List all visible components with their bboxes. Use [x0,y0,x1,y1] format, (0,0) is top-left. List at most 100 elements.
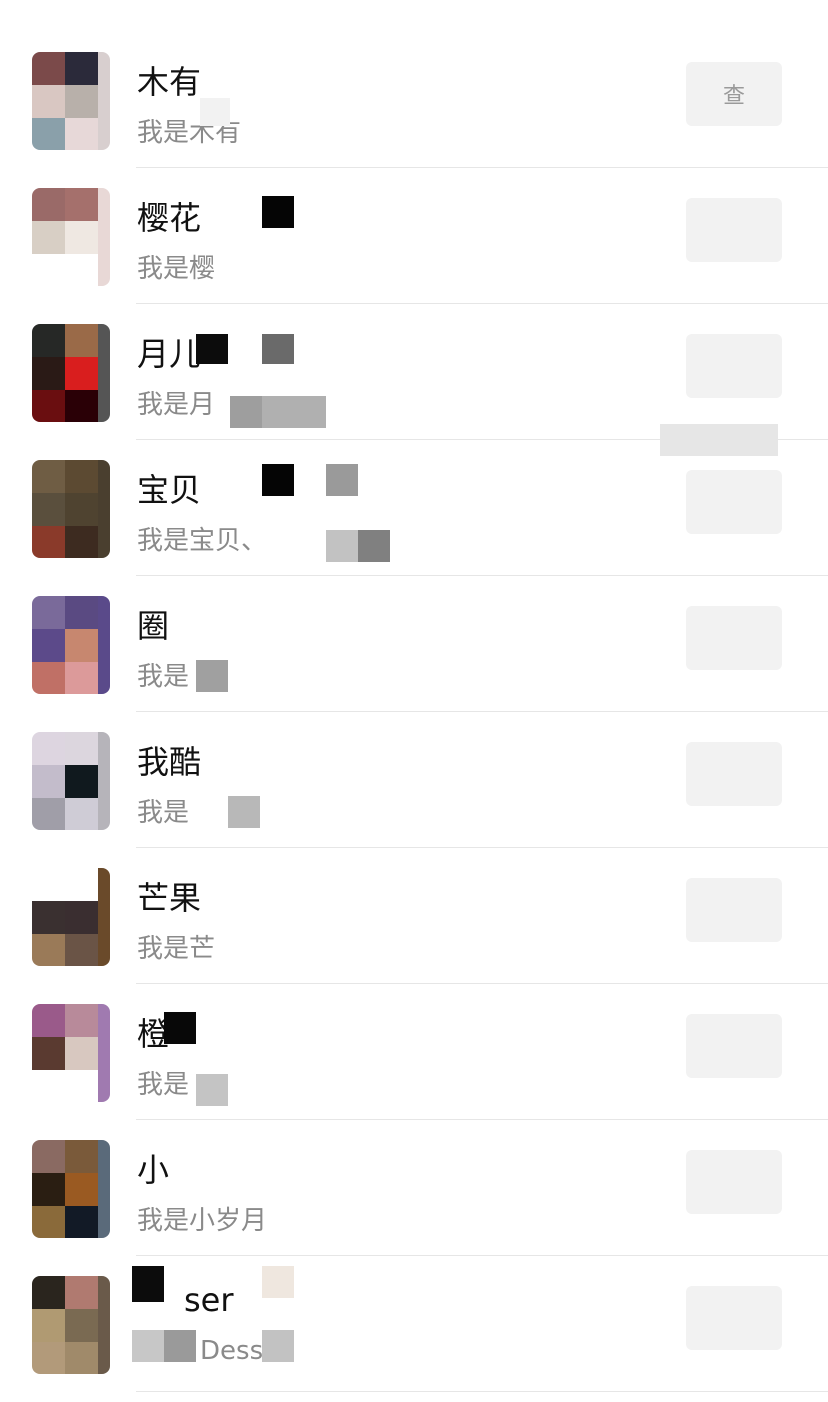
avatar-edge [98,1276,110,1374]
avatar-cell [65,1276,98,1309]
contact-row[interactable]: 圈 我是 [0,576,828,712]
contact-subtitle: 我是芒 [137,934,216,964]
avatar[interactable] [32,460,110,558]
contact-row[interactable]: 我酷 我是 [0,712,828,848]
pixelation-block [132,1266,164,1302]
avatar-cell [65,1206,98,1238]
avatar-edge [98,1004,110,1102]
avatar-cell [65,493,98,526]
action-button[interactable] [686,606,782,670]
action-button[interactable]: 查 [686,62,782,126]
avatar-cell [65,118,98,150]
avatar-cell [32,460,65,493]
avatar-cell [32,629,65,662]
pixelation-block [132,1330,164,1362]
contact-row[interactable]: 月儿 我是月 [0,304,828,440]
avatar-cell [65,460,98,493]
action-button[interactable] [686,470,782,534]
avatar-cell [32,85,65,118]
avatar-image [32,188,98,286]
avatar-cell [65,1140,98,1173]
contact-row[interactable]: 樱花 我是樱 [0,168,828,304]
pixelation-block [196,1074,228,1106]
avatar-cell [65,629,98,662]
avatar-edge [98,596,110,694]
action-button[interactable] [686,742,782,806]
contact-row[interactable]: ser Dess [0,1256,828,1392]
avatar-cell [65,662,98,694]
contact-subtitle: 我是宝贝、 [137,526,268,556]
avatar-cell [32,254,65,286]
avatar-edge [98,1140,110,1238]
avatar-cell [32,1037,65,1070]
action-button[interactable] [686,198,782,262]
avatar-cell [32,526,65,558]
avatar-cell [65,934,98,966]
avatar-cell [32,188,65,221]
avatar-image [32,324,98,422]
avatar-cell [65,390,98,422]
contact-row[interactable]: 宝贝 我是宝贝、 [0,440,828,576]
avatar-cell [32,493,65,526]
avatar[interactable] [32,1140,110,1238]
action-button[interactable] [686,1014,782,1078]
avatar[interactable] [32,1276,110,1374]
avatar[interactable] [32,52,110,150]
avatar-cell [65,52,98,85]
avatar-cell [65,765,98,798]
contact-subtitle: 我是月 [137,390,216,420]
contact-row[interactable]: 木有 我是木有 查 [0,32,828,168]
avatar-cell [32,1070,65,1102]
avatar-cell [65,221,98,254]
avatar-cell [32,596,65,629]
avatar[interactable] [32,1004,110,1102]
avatar-cell [65,1070,98,1102]
avatar-image [32,52,98,150]
avatar-cell [65,1037,98,1070]
avatar-cell [32,1140,65,1173]
avatar-cell [32,765,65,798]
avatar-cell [65,1309,98,1342]
avatar-cell [65,1342,98,1374]
row-divider [136,1391,828,1392]
avatar-cell [32,1206,65,1238]
avatar-cell [65,868,98,901]
contact-row[interactable]: 小 我是小岁月 [0,1120,828,1256]
avatar[interactable] [32,732,110,830]
contact-row[interactable]: 橙 我是 [0,984,828,1120]
action-button[interactable] [686,1150,782,1214]
avatar-cell [32,1004,65,1037]
avatar[interactable] [32,868,110,966]
pixelation-block [230,396,262,428]
avatar-image [32,460,98,558]
avatar-image [32,1140,98,1238]
avatar-cell [65,732,98,765]
contact-row[interactable]: 芒果 我是芒 [0,848,828,984]
pixelation-block [262,196,294,228]
avatar[interactable] [32,324,110,422]
action-button[interactable] [686,878,782,942]
avatar-image [32,1004,98,1102]
pixelation-block [200,98,230,126]
contact-name: 樱花 [137,199,202,237]
contact-subtitle: 我是樱 [137,254,216,284]
pixelation-block [326,530,358,562]
avatar-cell [32,901,65,934]
avatar-image [32,732,98,830]
contact-subtitle: 我是 [137,798,190,828]
avatar[interactable] [32,596,110,694]
pixelation-block [660,440,778,456]
contact-name: 芒果 [137,879,202,917]
action-button[interactable] [686,334,782,398]
avatar-cell [32,662,65,694]
avatar-cell [65,254,98,286]
avatar-cell [65,188,98,221]
avatar-edge [98,324,110,422]
avatar-cell [65,798,98,830]
contact-name: ser [184,1281,234,1319]
contact-name: 圈 [137,607,170,645]
avatar-image [32,868,98,966]
action-button[interactable] [686,1286,782,1350]
avatar-image [32,1276,98,1374]
avatar[interactable] [32,188,110,286]
